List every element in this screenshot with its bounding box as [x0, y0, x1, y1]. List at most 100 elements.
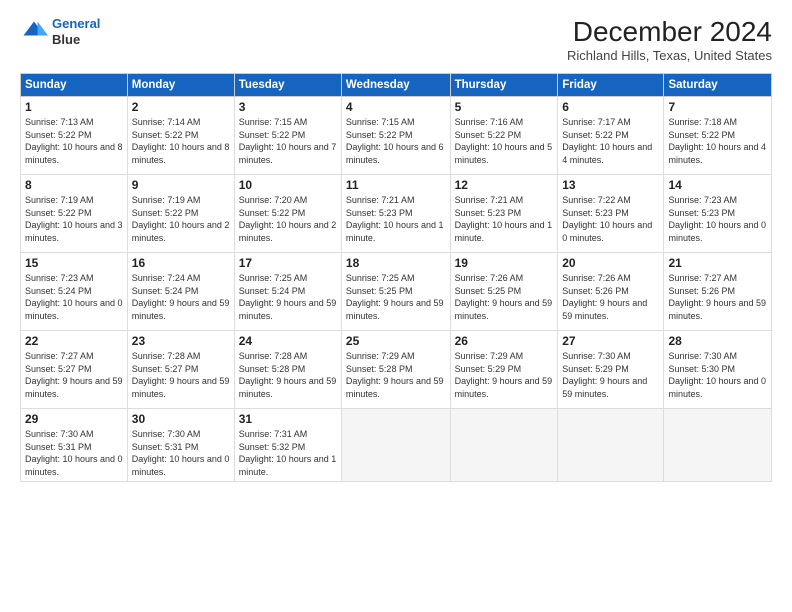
- day-detail: Sunrise: 7:13 AM Sunset: 5:22 PM Dayligh…: [25, 116, 123, 166]
- day-detail: Sunrise: 7:15 AM Sunset: 5:22 PM Dayligh…: [239, 116, 337, 166]
- calendar-cell: 5 Sunrise: 7:16 AM Sunset: 5:22 PM Dayli…: [450, 97, 558, 175]
- calendar-week-5: 29 Sunrise: 7:30 AM Sunset: 5:31 PM Dayl…: [21, 409, 772, 482]
- calendar-week-4: 22 Sunrise: 7:27 AM Sunset: 5:27 PM Dayl…: [21, 331, 772, 409]
- day-detail: Sunrise: 7:28 AM Sunset: 5:28 PM Dayligh…: [239, 350, 337, 400]
- calendar-cell: 28 Sunrise: 7:30 AM Sunset: 5:30 PM Dayl…: [664, 331, 772, 409]
- calendar-cell: 6 Sunrise: 7:17 AM Sunset: 5:22 PM Dayli…: [558, 97, 664, 175]
- header: General Blue December 2024 Richland Hill…: [20, 16, 772, 63]
- logo-general: General: [52, 16, 100, 31]
- day-number: 31: [239, 412, 337, 426]
- day-detail: Sunrise: 7:19 AM Sunset: 5:22 PM Dayligh…: [25, 194, 123, 244]
- day-number: 17: [239, 256, 337, 270]
- day-number: 4: [346, 100, 446, 114]
- calendar-cell: 3 Sunrise: 7:15 AM Sunset: 5:22 PM Dayli…: [234, 97, 341, 175]
- day-detail: Sunrise: 7:30 AM Sunset: 5:30 PM Dayligh…: [668, 350, 767, 400]
- day-detail: Sunrise: 7:19 AM Sunset: 5:22 PM Dayligh…: [132, 194, 230, 244]
- day-detail: Sunrise: 7:26 AM Sunset: 5:26 PM Dayligh…: [562, 272, 659, 322]
- calendar-cell: 16 Sunrise: 7:24 AM Sunset: 5:24 PM Dayl…: [127, 253, 234, 331]
- day-number: 1: [25, 100, 123, 114]
- day-detail: Sunrise: 7:29 AM Sunset: 5:29 PM Dayligh…: [455, 350, 554, 400]
- day-detail: Sunrise: 7:24 AM Sunset: 5:24 PM Dayligh…: [132, 272, 230, 322]
- logo-text: General Blue: [52, 16, 100, 47]
- calendar-cell: [450, 409, 558, 482]
- calendar-week-1: 1 Sunrise: 7:13 AM Sunset: 5:22 PM Dayli…: [21, 97, 772, 175]
- day-detail: Sunrise: 7:20 AM Sunset: 5:22 PM Dayligh…: [239, 194, 337, 244]
- calendar-cell: 23 Sunrise: 7:28 AM Sunset: 5:27 PM Dayl…: [127, 331, 234, 409]
- day-number: 3: [239, 100, 337, 114]
- col-thursday: Thursday: [450, 74, 558, 97]
- day-number: 11: [346, 178, 446, 192]
- calendar-cell: [558, 409, 664, 482]
- calendar-cell: 22 Sunrise: 7:27 AM Sunset: 5:27 PM Dayl…: [21, 331, 128, 409]
- day-number: 9: [132, 178, 230, 192]
- calendar-table: Sunday Monday Tuesday Wednesday Thursday…: [20, 73, 772, 482]
- calendar-cell: 27 Sunrise: 7:30 AM Sunset: 5:29 PM Dayl…: [558, 331, 664, 409]
- day-number: 8: [25, 178, 123, 192]
- page-title: December 2024: [567, 16, 772, 48]
- logo-blue: Blue: [52, 32, 100, 48]
- day-number: 24: [239, 334, 337, 348]
- calendar-cell: 24 Sunrise: 7:28 AM Sunset: 5:28 PM Dayl…: [234, 331, 341, 409]
- calendar-cell: 21 Sunrise: 7:27 AM Sunset: 5:26 PM Dayl…: [664, 253, 772, 331]
- day-number: 7: [668, 100, 767, 114]
- day-number: 6: [562, 100, 659, 114]
- calendar-cell: 8 Sunrise: 7:19 AM Sunset: 5:22 PM Dayli…: [21, 175, 128, 253]
- calendar-cell: 15 Sunrise: 7:23 AM Sunset: 5:24 PM Dayl…: [21, 253, 128, 331]
- calendar-cell: [341, 409, 450, 482]
- day-number: 20: [562, 256, 659, 270]
- day-number: 21: [668, 256, 767, 270]
- calendar-cell: 12 Sunrise: 7:21 AM Sunset: 5:23 PM Dayl…: [450, 175, 558, 253]
- day-number: 13: [562, 178, 659, 192]
- col-wednesday: Wednesday: [341, 74, 450, 97]
- day-detail: Sunrise: 7:23 AM Sunset: 5:24 PM Dayligh…: [25, 272, 123, 322]
- calendar-cell: 19 Sunrise: 7:26 AM Sunset: 5:25 PM Dayl…: [450, 253, 558, 331]
- calendar-cell: 31 Sunrise: 7:31 AM Sunset: 5:32 PM Dayl…: [234, 409, 341, 482]
- day-detail: Sunrise: 7:25 AM Sunset: 5:24 PM Dayligh…: [239, 272, 337, 322]
- day-number: 28: [668, 334, 767, 348]
- day-detail: Sunrise: 7:15 AM Sunset: 5:22 PM Dayligh…: [346, 116, 446, 166]
- day-detail: Sunrise: 7:18 AM Sunset: 5:22 PM Dayligh…: [668, 116, 767, 166]
- day-detail: Sunrise: 7:21 AM Sunset: 5:23 PM Dayligh…: [346, 194, 446, 244]
- day-number: 16: [132, 256, 230, 270]
- day-detail: Sunrise: 7:27 AM Sunset: 5:27 PM Dayligh…: [25, 350, 123, 400]
- calendar-cell: 10 Sunrise: 7:20 AM Sunset: 5:22 PM Dayl…: [234, 175, 341, 253]
- calendar-cell: 14 Sunrise: 7:23 AM Sunset: 5:23 PM Dayl…: [664, 175, 772, 253]
- title-block: December 2024 Richland Hills, Texas, Uni…: [567, 16, 772, 63]
- page: General Blue December 2024 Richland Hill…: [0, 0, 792, 612]
- col-monday: Monday: [127, 74, 234, 97]
- day-detail: Sunrise: 7:29 AM Sunset: 5:28 PM Dayligh…: [346, 350, 446, 400]
- day-detail: Sunrise: 7:25 AM Sunset: 5:25 PM Dayligh…: [346, 272, 446, 322]
- day-number: 10: [239, 178, 337, 192]
- day-number: 29: [25, 412, 123, 426]
- day-detail: Sunrise: 7:27 AM Sunset: 5:26 PM Dayligh…: [668, 272, 767, 322]
- day-detail: Sunrise: 7:28 AM Sunset: 5:27 PM Dayligh…: [132, 350, 230, 400]
- day-number: 26: [455, 334, 554, 348]
- day-number: 15: [25, 256, 123, 270]
- calendar-cell: 13 Sunrise: 7:22 AM Sunset: 5:23 PM Dayl…: [558, 175, 664, 253]
- col-saturday: Saturday: [664, 74, 772, 97]
- calendar-cell: 29 Sunrise: 7:30 AM Sunset: 5:31 PM Dayl…: [21, 409, 128, 482]
- day-number: 14: [668, 178, 767, 192]
- day-detail: Sunrise: 7:17 AM Sunset: 5:22 PM Dayligh…: [562, 116, 659, 166]
- col-friday: Friday: [558, 74, 664, 97]
- day-number: 12: [455, 178, 554, 192]
- calendar-cell: 7 Sunrise: 7:18 AM Sunset: 5:22 PM Dayli…: [664, 97, 772, 175]
- day-detail: Sunrise: 7:21 AM Sunset: 5:23 PM Dayligh…: [455, 194, 554, 244]
- day-number: 5: [455, 100, 554, 114]
- calendar-cell: 26 Sunrise: 7:29 AM Sunset: 5:29 PM Dayl…: [450, 331, 558, 409]
- calendar-cell: 11 Sunrise: 7:21 AM Sunset: 5:23 PM Dayl…: [341, 175, 450, 253]
- day-number: 23: [132, 334, 230, 348]
- calendar-cell: 2 Sunrise: 7:14 AM Sunset: 5:22 PM Dayli…: [127, 97, 234, 175]
- day-detail: Sunrise: 7:30 AM Sunset: 5:29 PM Dayligh…: [562, 350, 659, 400]
- calendar-cell: 4 Sunrise: 7:15 AM Sunset: 5:22 PM Dayli…: [341, 97, 450, 175]
- day-number: 30: [132, 412, 230, 426]
- day-detail: Sunrise: 7:14 AM Sunset: 5:22 PM Dayligh…: [132, 116, 230, 166]
- day-number: 2: [132, 100, 230, 114]
- day-detail: Sunrise: 7:26 AM Sunset: 5:25 PM Dayligh…: [455, 272, 554, 322]
- calendar-cell: [664, 409, 772, 482]
- day-number: 18: [346, 256, 446, 270]
- calendar-cell: 25 Sunrise: 7:29 AM Sunset: 5:28 PM Dayl…: [341, 331, 450, 409]
- calendar-cell: 17 Sunrise: 7:25 AM Sunset: 5:24 PM Dayl…: [234, 253, 341, 331]
- calendar-cell: 18 Sunrise: 7:25 AM Sunset: 5:25 PM Dayl…: [341, 253, 450, 331]
- calendar-week-2: 8 Sunrise: 7:19 AM Sunset: 5:22 PM Dayli…: [21, 175, 772, 253]
